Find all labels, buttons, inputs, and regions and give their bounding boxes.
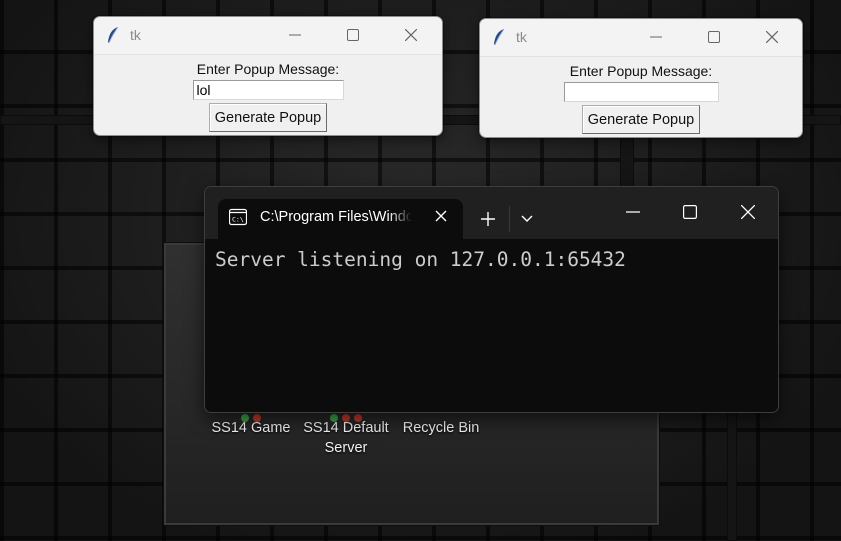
minimize-button[interactable] <box>633 23 679 51</box>
svg-text:C:\: C:\ <box>232 216 244 224</box>
close-button[interactable] <box>749 23 795 51</box>
maximize-icon <box>347 29 359 41</box>
generate-popup-button[interactable]: Generate Popup <box>581 105 701 134</box>
desktop-icon-recycle-bin[interactable]: Recycle Bin <box>393 418 489 438</box>
title-bar[interactable]: tk <box>94 17 442 55</box>
feather-icon <box>494 28 505 46</box>
maximize-button[interactable] <box>691 23 737 51</box>
new-tab-button[interactable] <box>476 207 500 231</box>
minimize-icon <box>650 36 662 38</box>
tab-title: C:\Program Files\WindowsApps <box>260 209 412 225</box>
desktop-icon-label: SS14 Game <box>211 420 291 436</box>
maximize-icon <box>708 31 720 43</box>
wallpaper-beam <box>727 400 737 541</box>
close-icon <box>766 31 778 43</box>
plus-icon <box>481 212 495 226</box>
minimize-icon <box>289 34 301 36</box>
tab-dropdown-button[interactable] <box>516 208 538 230</box>
terminal-window: C:\ C:\Program Files\WindowsApps Server … <box>204 186 779 413</box>
maximize-icon <box>683 205 697 219</box>
command-prompt-icon: C:\ <box>229 208 247 226</box>
popup-message-input[interactable] <box>192 80 344 100</box>
terminal-output[interactable]: Server listening on 127.0.0.1:65432 <box>205 239 778 281</box>
popup-message-input[interactable] <box>563 82 719 102</box>
tk-body: Enter Popup Message: Generate Popup <box>94 60 442 132</box>
close-icon <box>741 205 755 219</box>
tk-body: Enter Popup Message: Generate Popup <box>480 62 802 134</box>
title-bar[interactable]: tk <box>480 19 802 57</box>
tk-window-2: tk Enter Popup Message: Generate Popup <box>479 18 803 138</box>
window-title: tk <box>516 29 527 45</box>
popup-message-label: Enter Popup Message: <box>569 63 713 79</box>
close-tab-icon[interactable] <box>433 208 449 224</box>
chevron-down-icon <box>521 215 533 222</box>
popup-message-label: Enter Popup Message: <box>196 61 340 77</box>
desktop-icon-ss14-game[interactable]: SS14 Game <box>203 414 299 438</box>
desktop-icon-label: SS14 Default Server <box>303 420 389 456</box>
close-button[interactable] <box>720 197 776 227</box>
tk-window-1: tk Enter Popup Message: Generate Popup <box>93 16 443 136</box>
maximize-button[interactable] <box>662 197 718 227</box>
terminal-tab[interactable]: C:\ C:\Program Files\WindowsApps <box>218 199 463 239</box>
divider <box>509 206 510 232</box>
feather-icon <box>108 26 119 44</box>
desktop-icon-ss14-server[interactable]: SS14 Default Server <box>298 414 394 458</box>
generate-popup-button[interactable]: Generate Popup <box>208 103 328 132</box>
minimize-icon <box>626 211 640 213</box>
terminal-title-bar[interactable]: C:\ C:\Program Files\WindowsApps <box>205 187 778 239</box>
window-title: tk <box>130 27 141 43</box>
maximize-button[interactable] <box>330 21 376 49</box>
close-icon <box>405 29 417 41</box>
close-button[interactable] <box>388 21 434 49</box>
desktop-icon-label: Recycle Bin <box>402 420 480 436</box>
minimize-button[interactable] <box>272 21 318 49</box>
minimize-button[interactable] <box>605 197 661 227</box>
